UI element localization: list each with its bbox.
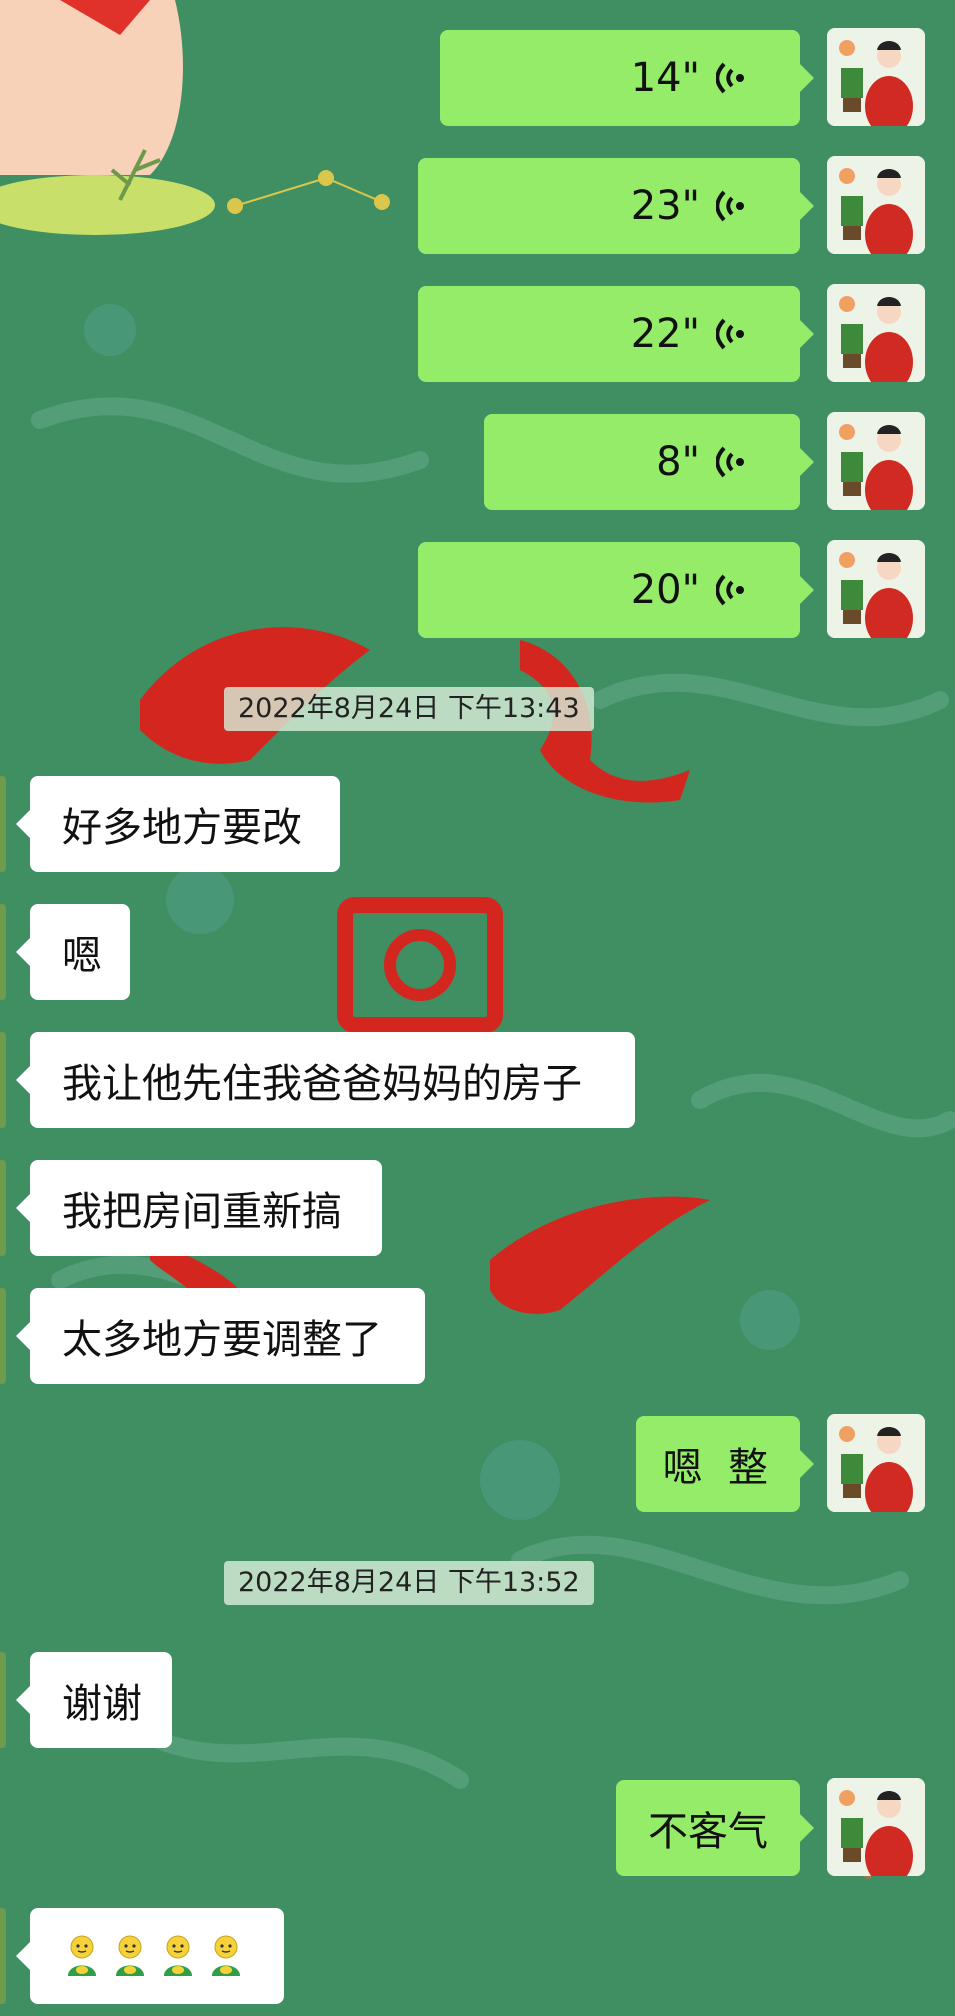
voice-message-bubble[interactable]: 20" — [418, 542, 814, 638]
voice-message-bubble[interactable]: 23" — [418, 158, 814, 254]
green-buddy-emoji-icon — [212, 1935, 240, 1976]
contact-avatar-edge[interactable] — [0, 1652, 6, 1748]
my-avatar[interactable] — [827, 540, 925, 638]
voice-message-bubble[interactable]: 22" — [418, 286, 814, 382]
voice-wave-icon — [716, 62, 744, 94]
contact-avatar-edge[interactable] — [0, 904, 6, 1000]
green-buddy-emoji-icon — [68, 1935, 96, 1976]
voice-message-bubble[interactable]: 14" — [440, 30, 814, 126]
voice-duration: 20" — [630, 567, 700, 613]
contact-avatar-edge[interactable] — [0, 1032, 6, 1128]
voice-wave-icon — [716, 574, 744, 606]
outgoing-message[interactable]: 嗯 整 — [636, 1416, 814, 1512]
incoming-message[interactable]: 太多地方要调整了 — [16, 1288, 425, 1384]
contact-avatar-edge[interactable] — [0, 1160, 6, 1256]
my-avatar[interactable] — [827, 28, 925, 126]
my-avatar[interactable] — [827, 284, 925, 382]
timestamp: 2022年8月24日 下午13:43 — [224, 687, 594, 731]
contact-avatar-edge[interactable] — [0, 1288, 6, 1384]
incoming-message[interactable]: 我让他先住我爸爸妈妈的房子 — [16, 1032, 635, 1128]
incoming-emoji-message[interactable] — [16, 1908, 284, 2004]
voice-wave-icon — [716, 190, 744, 222]
my-avatar[interactable] — [827, 1414, 925, 1512]
contact-avatar-edge[interactable] — [0, 1908, 6, 2004]
my-avatar[interactable] — [827, 1778, 925, 1876]
green-buddy-emoji-icon — [116, 1935, 144, 1976]
green-buddy-emoji-icon — [164, 1935, 192, 1976]
voice-message-bubble[interactable]: 8" — [484, 414, 814, 510]
voice-wave-icon — [716, 318, 744, 350]
contact-avatar-edge[interactable] — [0, 776, 6, 872]
incoming-message[interactable]: 谢谢 — [16, 1652, 172, 1748]
outgoing-message-text: 不客气 — [648, 1809, 768, 1855]
emoji-row — [62, 1934, 246, 1978]
my-avatar[interactable] — [827, 412, 925, 510]
incoming-message[interactable]: 嗯 — [16, 904, 130, 1000]
voice-duration: 8" — [656, 439, 700, 485]
voice-duration: 22" — [630, 311, 700, 357]
incoming-message[interactable]: 好多地方要改 — [16, 776, 340, 872]
voice-wave-icon — [716, 446, 744, 478]
timestamp: 2022年8月24日 下午13:52 — [224, 1561, 594, 1605]
voice-duration: 14" — [630, 55, 700, 101]
my-avatar[interactable] — [827, 156, 925, 254]
outgoing-message[interactable]: 不客气 — [616, 1780, 814, 1876]
outgoing-message-text: 嗯 整 — [662, 1445, 768, 1491]
voice-duration: 23" — [630, 183, 700, 229]
incoming-message[interactable]: 我把房间重新搞 — [16, 1160, 382, 1256]
